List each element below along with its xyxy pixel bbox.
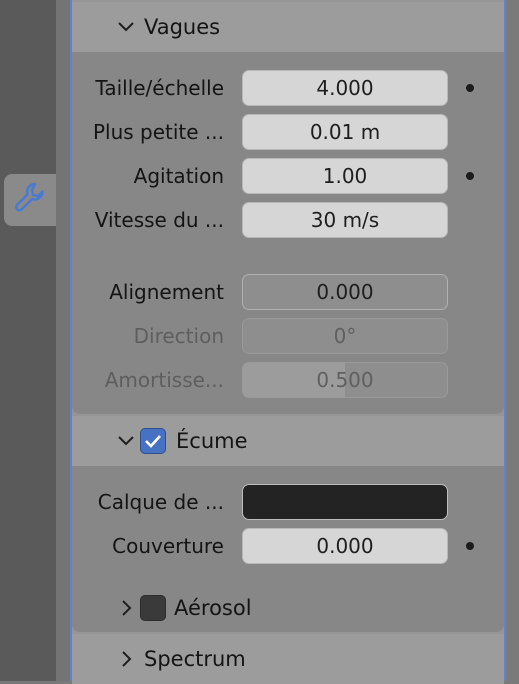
vagues-panel-body: Taille/échelle 4.000 Plus petite ... 0.0… xyxy=(72,52,504,414)
vagues-panel-header[interactable]: Vagues xyxy=(72,2,504,52)
direction-label: Direction xyxy=(133,324,224,348)
calque-label: Calque de ... xyxy=(97,490,224,514)
vitesse-label: Vitesse du ... xyxy=(94,208,224,232)
row-amortissement: Amortisse... 0.500 xyxy=(72,360,504,400)
keyframe-dot-icon[interactable] xyxy=(466,542,474,550)
row-plus-petite: Plus petite ... 0.01 m xyxy=(72,112,504,152)
couverture-field[interactable]: 0.000 xyxy=(242,528,448,564)
row-taille-echelle: Taille/échelle 4.000 xyxy=(72,68,504,108)
vagues-title: Vagues xyxy=(144,15,221,39)
row-agitation: Agitation 1.00 xyxy=(72,156,504,196)
agitation-field[interactable]: 1.00 xyxy=(242,158,448,194)
plus-petite-label: Plus petite ... xyxy=(92,120,224,144)
amortissement-label: Amortisse... xyxy=(104,368,224,392)
spectrum-panel-header[interactable]: Spectrum xyxy=(72,634,504,684)
row-couverture: Couverture 0.000 xyxy=(72,526,504,566)
properties-tab-strip xyxy=(0,0,56,681)
calque-color-swatch[interactable] xyxy=(242,484,448,520)
ecume-panel-body: Calque de ... Couverture 0.000 Aérosol xyxy=(72,466,504,632)
agitation-label: Agitation xyxy=(133,164,224,188)
row-alignement: Alignement 0.000 xyxy=(72,272,504,312)
chevron-right-icon xyxy=(122,651,132,667)
vitesse-field[interactable]: 30 m/s xyxy=(242,202,448,238)
direction-field[interactable]: 0° xyxy=(242,318,448,354)
chevron-right-icon xyxy=(122,600,132,616)
amortissement-slider[interactable]: 0.500 xyxy=(242,362,448,398)
aerosol-checkbox[interactable] xyxy=(140,595,166,621)
plus-petite-field[interactable]: 0.01 m xyxy=(242,114,448,150)
row-calque: Calque de ... xyxy=(72,482,504,522)
keyframe-dot-icon[interactable] xyxy=(466,84,474,92)
wrench-icon xyxy=(13,181,47,219)
aerosol-title: Aérosol xyxy=(174,596,252,620)
checkmark-icon xyxy=(145,435,161,448)
chevron-down-icon xyxy=(118,22,134,32)
keyframe-dot-icon[interactable] xyxy=(466,172,474,180)
taille-echelle-field[interactable]: 4.000 xyxy=(242,70,448,106)
chevron-down-icon xyxy=(118,436,134,446)
modifier-properties-tab[interactable] xyxy=(4,174,56,226)
ecume-checkbox[interactable] xyxy=(140,428,166,454)
spectrum-title: Spectrum xyxy=(144,647,246,671)
row-vitesse: Vitesse du ... 30 m/s xyxy=(72,200,504,240)
row-direction: Direction 0° xyxy=(72,316,504,356)
taille-echelle-label: Taille/échelle xyxy=(95,76,224,100)
aerosol-subpanel-header[interactable]: Aérosol xyxy=(72,586,504,630)
alignement-field[interactable]: 0.000 xyxy=(242,274,448,310)
ocean-modifier-panel: Vagues Taille/échelle 4.000 Plus petite … xyxy=(70,0,506,684)
ecume-title: Écume xyxy=(176,429,248,453)
alignement-label: Alignement xyxy=(109,280,224,304)
strip-separator xyxy=(56,0,70,681)
ecume-panel-header[interactable]: Écume xyxy=(72,416,504,466)
couverture-label: Couverture xyxy=(112,534,224,558)
